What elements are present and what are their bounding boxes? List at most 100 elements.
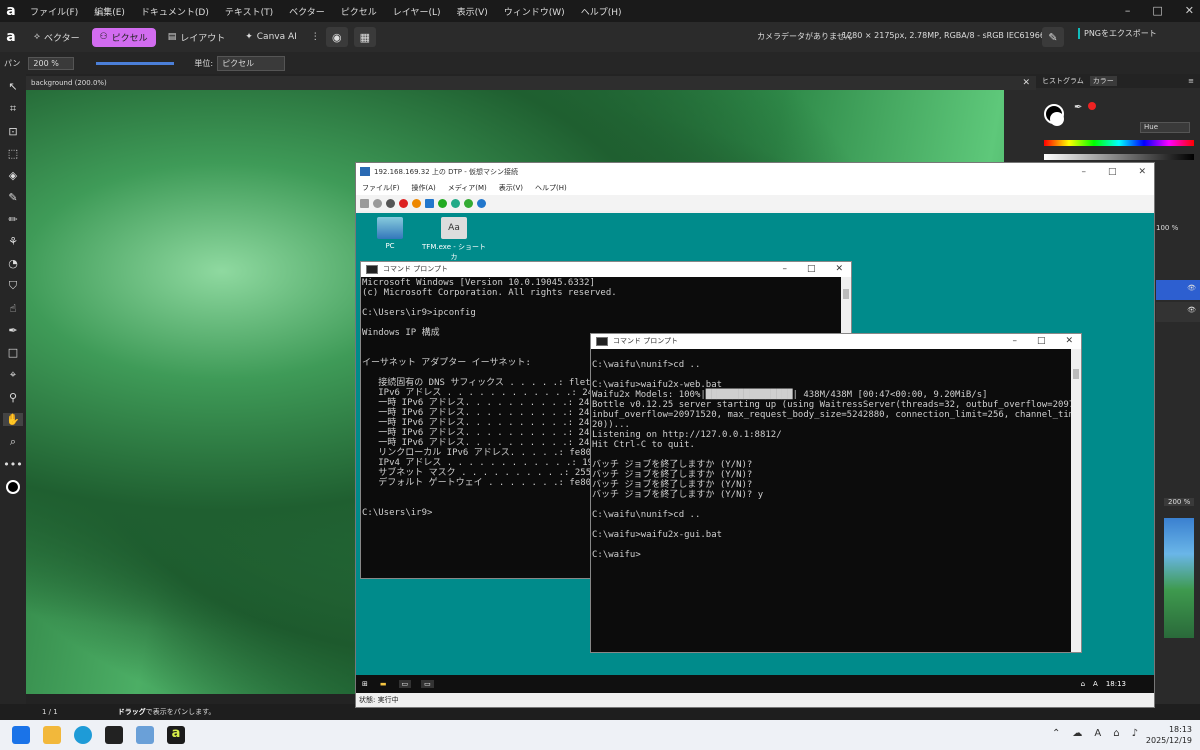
app-logo-icon[interactable]: a <box>0 0 22 22</box>
minimize-icon[interactable]: – <box>782 262 787 277</box>
affinity-icon[interactable]: a <box>167 726 185 744</box>
persona-canva-ai[interactable]: ✦ Canva AI <box>237 29 305 45</box>
maximize-icon[interactable]: □ <box>1037 334 1046 349</box>
close-icon[interactable]: ✕ <box>1065 334 1073 349</box>
vm-menu-action[interactable]: 操作(A) <box>406 183 442 193</box>
transform-icon[interactable]: ⌖ <box>10 368 16 382</box>
network-icon[interactable]: ⌂ <box>1113 728 1119 739</box>
menu-help[interactable]: ヘルプ(H) <box>573 5 630 18</box>
shutdown-icon[interactable] <box>399 198 408 208</box>
hue-slider[interactable] <box>1044 140 1194 146</box>
cmd-taskbar-icon-2[interactable]: ▭ <box>421 680 434 688</box>
menu-layer[interactable]: レイヤー(L) <box>385 5 449 18</box>
vm-menu-view[interactable]: 表示(V) <box>493 183 529 193</box>
enhanced-session-icon[interactable] <box>477 198 486 208</box>
windows-start-icon[interactable] <box>12 726 30 744</box>
zoom-tool-icon[interactable]: ⌕ <box>10 435 16 449</box>
export-png-button[interactable]: PNGをエクスポート <box>1078 28 1157 39</box>
menu-pixel[interactable]: ピクセル <box>333 5 385 18</box>
turn-off-icon[interactable] <box>386 198 395 208</box>
crop-tool-icon[interactable]: ⌗ <box>10 102 16 116</box>
vm-menu-media[interactable]: メディア(M) <box>442 183 493 193</box>
pencil-icon[interactable]: ✏ <box>8 213 17 226</box>
chevron-up-icon[interactable]: ⌃ <box>1052 728 1060 739</box>
cmd-titlebar[interactable]: コマンド プロンプト – □ ✕ <box>591 334 1081 349</box>
menu-file[interactable]: ファイル(F) <box>22 5 86 18</box>
cloud-icon[interactable]: ☁ <box>1072 728 1082 739</box>
paint-brush-icon[interactable]: ✎ <box>8 191 17 204</box>
zoom-slider[interactable] <box>96 62 174 65</box>
panel-menu-icon[interactable]: ≡ <box>1188 77 1194 85</box>
network-icon[interactable]: ⌂ <box>1081 680 1085 688</box>
menu-window[interactable]: ウィンドウ(W) <box>496 5 573 18</box>
more-icon[interactable]: ⋮ <box>311 32 320 42</box>
selection-brush-icon[interactable]: ⊡ <box>8 125 17 138</box>
explorer-icon[interactable]: ▬ <box>380 680 387 688</box>
snapping-icon[interactable]: ◉ <box>325 27 348 47</box>
menu-vector[interactable]: ベクター <box>281 5 333 18</box>
shape-tool-icon[interactable]: □ <box>8 346 18 359</box>
navigator-thumbnail[interactable] <box>1164 518 1194 638</box>
minimize-icon[interactable]: – <box>1081 163 1086 181</box>
explorer-icon[interactable] <box>43 726 61 744</box>
eye-icon[interactable]: 👁 <box>1187 284 1196 292</box>
menu-edit[interactable]: 編集(E) <box>86 5 133 18</box>
menu-text[interactable]: テキスト(T) <box>217 5 281 18</box>
vm-connect-icon[interactable] <box>136 726 154 744</box>
layer-row[interactable]: 👁 <box>1156 280 1200 300</box>
edge-icon[interactable] <box>74 726 92 744</box>
maximize-icon[interactable]: □ <box>1152 0 1162 22</box>
clock[interactable]: 18:13 2025/12/19 <box>1146 724 1192 746</box>
color-mode-select[interactable]: Hue <box>1140 122 1190 133</box>
vm-window[interactable]: 192.168.169.32 上の DTP - 仮想マシン接続 – □ ✕ ファ… <box>355 162 1155 708</box>
color-swatch-icon[interactable] <box>6 480 20 494</box>
move-tool-icon[interactable]: ↖ <box>8 80 17 93</box>
ime-icon[interactable]: A <box>1094 728 1101 739</box>
unit-select[interactable]: ピクセル <box>217 55 286 71</box>
smudge-icon[interactable]: ☝ <box>10 302 17 315</box>
cmd-output[interactable]: C:\waifu\nunif>cd .. C:\waifu>waifu2x-we… <box>591 349 1071 652</box>
pen-tool-icon[interactable]: ✒ <box>8 324 17 337</box>
speaker-icon[interactable]: ♪ <box>1132 728 1138 739</box>
menu-view[interactable]: 表示(V) <box>449 5 496 18</box>
close-icon[interactable]: ✕ <box>1185 0 1194 22</box>
opacity-value[interactable]: 100 % <box>1156 224 1178 232</box>
dodge-icon[interactable]: ◔ <box>8 257 18 270</box>
layer-row[interactable]: 👁 <box>1156 302 1200 322</box>
eye-icon[interactable]: 👁 <box>1187 306 1196 314</box>
more-tools-icon[interactable]: ••• <box>3 458 22 471</box>
desktop-icon-tfm[interactable]: Aa TFM.exe - ショートカ <box>422 217 486 262</box>
color-picker-icon[interactable]: ✒ <box>1074 102 1082 113</box>
desktop-icon-pc[interactable]: PC <box>358 217 422 250</box>
tab-histogram[interactable]: ヒストグラム <box>1042 76 1084 86</box>
pause-icon[interactable] <box>425 198 434 208</box>
vm-titlebar[interactable]: 192.168.169.32 上の DTP - 仮想マシン接続 – □ ✕ <box>356 163 1154 181</box>
cmd-titlebar[interactable]: コマンド プロンプト – □ ✕ <box>361 262 851 277</box>
brush-icon[interactable]: ✎ <box>1042 27 1064 47</box>
resume-icon[interactable] <box>438 198 447 208</box>
persona-layout[interactable]: ▤ レイアウト <box>160 28 234 47</box>
close-icon[interactable]: ✕ <box>1022 76 1030 90</box>
menu-document[interactable]: ドキュメント(D) <box>133 5 217 18</box>
close-icon[interactable]: ✕ <box>835 262 843 277</box>
stamp-icon[interactable]: ⛉ <box>9 279 17 293</box>
persona-pixel[interactable]: ⚇ ピクセル <box>91 27 156 47</box>
secondary-color-swatch[interactable] <box>1050 112 1064 126</box>
clone-icon[interactable]: ⚘ <box>8 235 18 248</box>
zoom-field[interactable]: 200 % <box>28 56 75 70</box>
grid-icon[interactable]: ▦ <box>353 27 376 47</box>
scrollbar[interactable] <box>1071 349 1081 652</box>
save-icon[interactable] <box>412 198 421 208</box>
start-icon[interactable] <box>373 198 382 208</box>
checkpoint-icon[interactable] <box>451 198 460 208</box>
cmd-window-waifu[interactable]: コマンド プロンプト – □ ✕ C:\waifu\nunif>cd .. C:\w… <box>590 333 1082 653</box>
persona-vector[interactable]: ⟡ ベクター <box>26 28 88 47</box>
tab-color[interactable]: カラー <box>1089 76 1117 86</box>
close-icon[interactable]: ✕ <box>1138 163 1146 181</box>
flood-fill-icon[interactable]: ◈ <box>9 169 17 182</box>
hand-tool-icon[interactable]: ✋ <box>3 413 23 426</box>
minimize-icon[interactable]: – <box>1012 334 1017 349</box>
document-tab[interactable]: background (200.0%) ✕ <box>26 76 1036 90</box>
eyedropper-icon[interactable]: ⚲ <box>9 391 17 404</box>
ime-icon[interactable]: A <box>1093 680 1098 688</box>
